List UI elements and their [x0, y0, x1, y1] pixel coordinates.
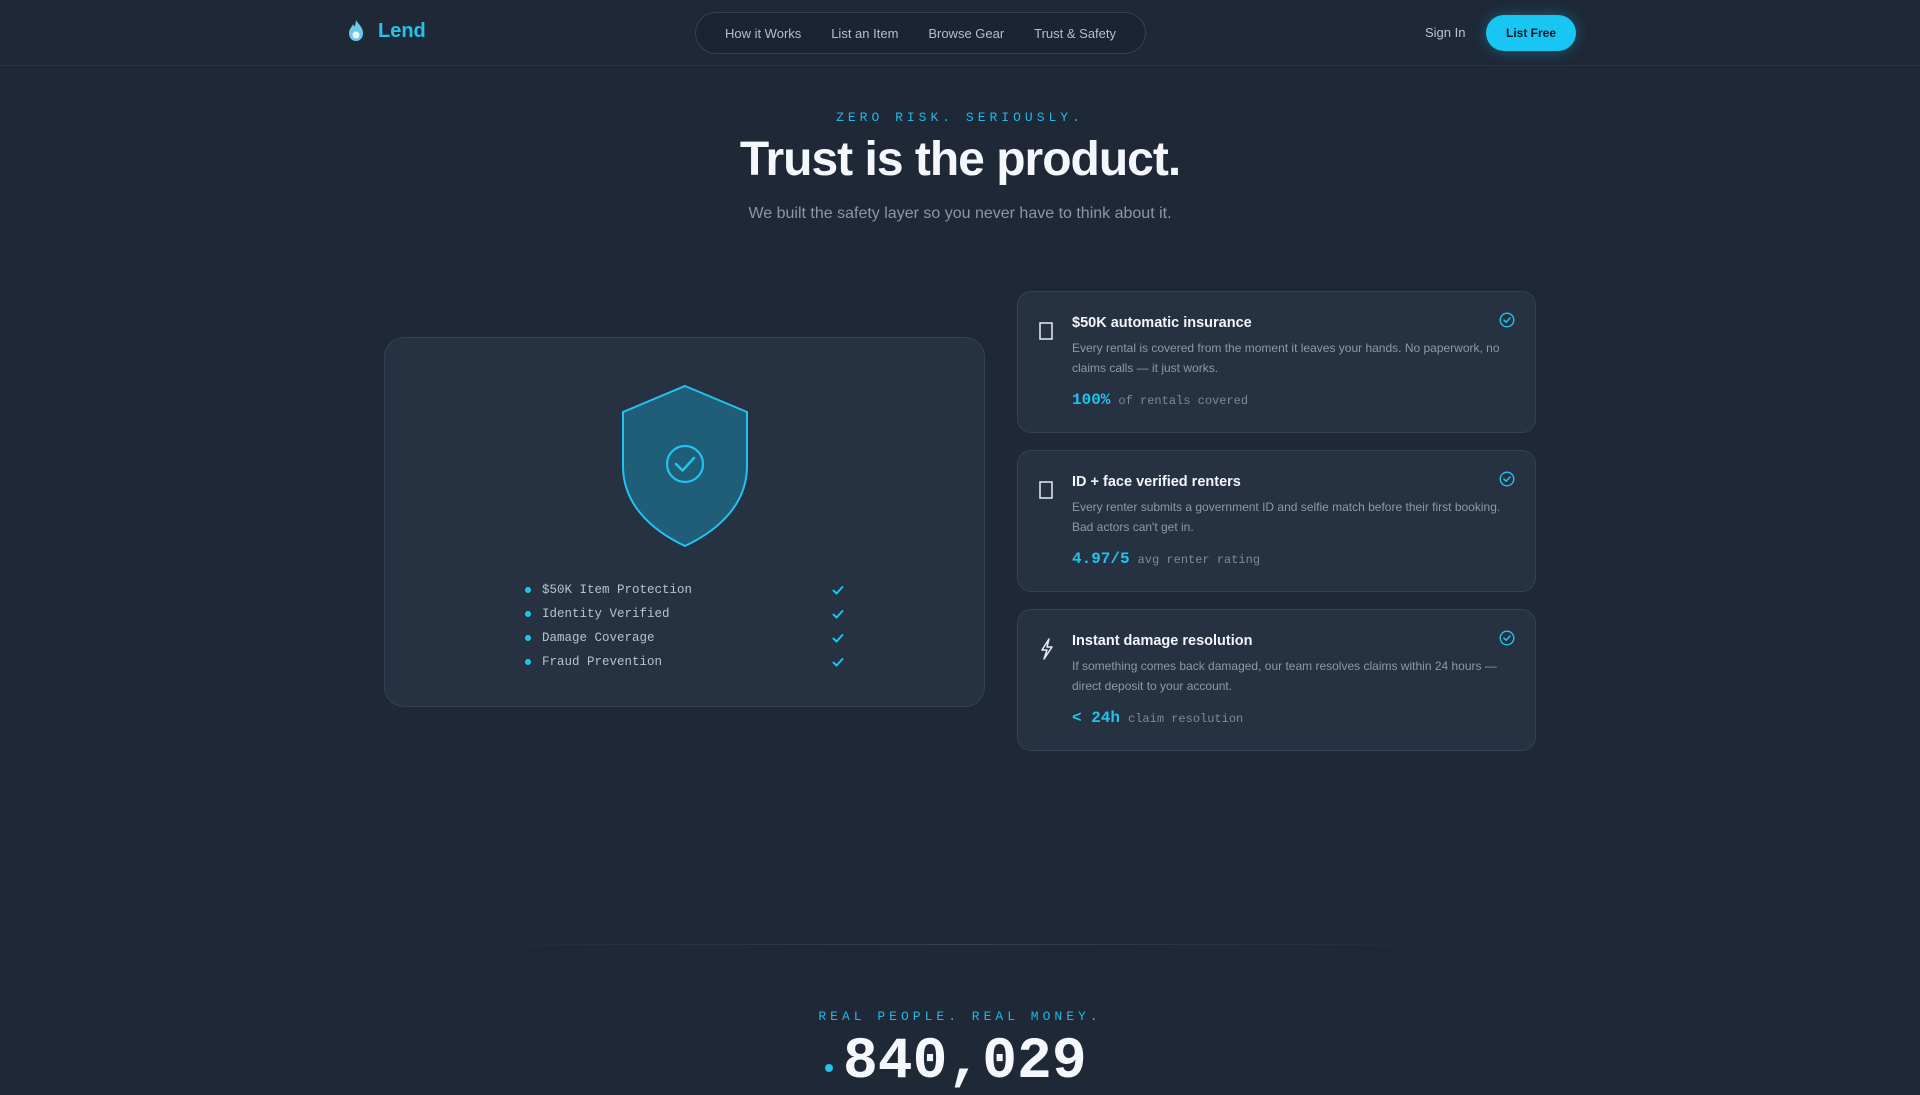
checklist-label: $50K Item Protection	[542, 583, 693, 597]
check-icon	[832, 610, 844, 619]
checklist-item: Damage Coverage	[525, 626, 845, 650]
verified-check-icon	[1499, 471, 1515, 487]
feature-title: Instant damage resolution	[1072, 633, 1253, 649]
stat-label: of rentals covered	[1118, 394, 1249, 408]
feature-stat: < 24h claim resolution	[1072, 709, 1243, 727]
nav-item-trust-safety[interactable]: Trust & Safety	[1026, 22, 1124, 45]
flame-logo-icon	[349, 20, 363, 41]
site-header: Lend How it Works List an Item Browse Ge…	[0, 0, 1920, 66]
brand-logo[interactable]: Lend	[346, 19, 426, 43]
verified-check-icon	[1499, 312, 1515, 328]
feature-description: Every renter submits a government ID and…	[1072, 500, 1501, 534]
check-icon	[832, 586, 844, 595]
stats-eyebrow: REAL PEOPLE. REAL MONEY.	[818, 1009, 1102, 1024]
checklist-label: Fraud Prevention	[542, 655, 663, 669]
protection-checklist: $50K Item Protection Identity Verified D…	[525, 578, 845, 674]
stat-value: 4.97/5	[1072, 550, 1130, 568]
nav-item-list-an-item[interactable]: List an Item	[823, 22, 906, 45]
stat-label: claim resolution	[1128, 712, 1244, 726]
list-free-button[interactable]: List Free	[1486, 15, 1576, 51]
stat-value: < 24h	[1072, 709, 1121, 727]
stats-counter: 840,029	[843, 1030, 1087, 1095]
feature-title: $50K automatic insurance	[1072, 315, 1252, 331]
hero-subtitle: We built the safety layer so you never h…	[748, 205, 1172, 222]
feature-description: If something comes back damaged, our tea…	[1072, 659, 1497, 693]
section-divider	[450, 944, 1470, 945]
checklist-item: Fraud Prevention	[525, 650, 845, 674]
nav-item-how-it-works[interactable]: How it Works	[717, 22, 809, 45]
lightning-icon	[1041, 638, 1053, 660]
document-icon	[1039, 322, 1053, 340]
verified-check-icon	[1499, 630, 1515, 646]
feature-card-damage-resolution: Instant damage resolution If something c…	[1017, 609, 1536, 751]
checklist-label: Damage Coverage	[542, 631, 655, 645]
feature-card-insurance: $50K automatic insurance Every rental is…	[1017, 291, 1536, 433]
check-icon	[832, 634, 844, 643]
hero-eyebrow: ZERO RISK. SERIOUSLY.	[836, 110, 1084, 125]
feature-description: Every rental is covered from the moment …	[1072, 341, 1500, 375]
checklist-label: Identity Verified	[542, 607, 670, 621]
feature-title: ID + face verified renters	[1072, 474, 1241, 490]
feature-stat: 4.97/5 avg renter rating	[1072, 550, 1260, 568]
feature-card-verification: ID + face verified renters Every renter …	[1017, 450, 1536, 592]
bullet-dot	[525, 635, 531, 641]
hero-title: Trust is the product.	[739, 133, 1181, 186]
id-card-icon	[1039, 481, 1053, 499]
protection-summary-card: $50K Item Protection Identity Verified D…	[384, 337, 985, 707]
checklist-item: $50K Item Protection	[525, 578, 845, 602]
stat-value: 100%	[1072, 391, 1111, 409]
sign-in-link[interactable]: Sign In	[1425, 25, 1465, 40]
main-nav: How it Works List an Item Browse Gear Tr…	[695, 12, 1146, 54]
brand-name: Lend	[378, 19, 426, 42]
live-indicator-dot	[825, 1064, 833, 1072]
checklist-item: Identity Verified	[525, 602, 845, 626]
check-icon	[832, 658, 844, 667]
bullet-dot	[525, 587, 531, 593]
bullet-dot	[525, 611, 531, 617]
shield-check-icon	[622, 384, 748, 548]
nav-item-browse-gear[interactable]: Browse Gear	[920, 22, 1012, 45]
stat-label: avg renter rating	[1137, 553, 1261, 567]
bullet-dot	[525, 659, 531, 665]
feature-stat: 100% of rentals covered	[1072, 391, 1248, 409]
